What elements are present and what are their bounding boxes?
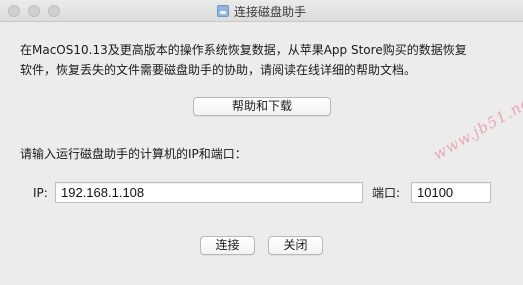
ip-address-field[interactable]: 192.168.1.108 [55,182,363,203]
port-label: 端口: [372,186,401,200]
port-field[interactable]: 10100 [411,182,491,203]
window-title-group: 连接磁盘助手 [0,0,523,22]
intro-text: 在MacOS10.13及更高版本的操作系统恢复数据，从苹果App Store购买… [20,43,467,77]
close-button[interactable]: 关闭 [268,236,323,255]
disk-utility-icon [216,5,229,17]
ip-label: IP: [33,186,48,200]
title-bar: 连接磁盘助手 [0,0,523,22]
help-and-download-button[interactable]: 帮助和下载 [193,97,331,116]
site-watermark: www.jb51.net [430,89,523,164]
connect-button[interactable]: 连接 [200,236,255,255]
connect-disk-assistant-window: 连接磁盘助手 在MacOS10.13及更高版本的操作系统恢复数据，从苹果App … [0,0,523,285]
window-title: 连接磁盘助手 [233,4,306,19]
connection-prompt: 请输入运行磁盘助手的计算机的IP和端口： [20,147,247,161]
